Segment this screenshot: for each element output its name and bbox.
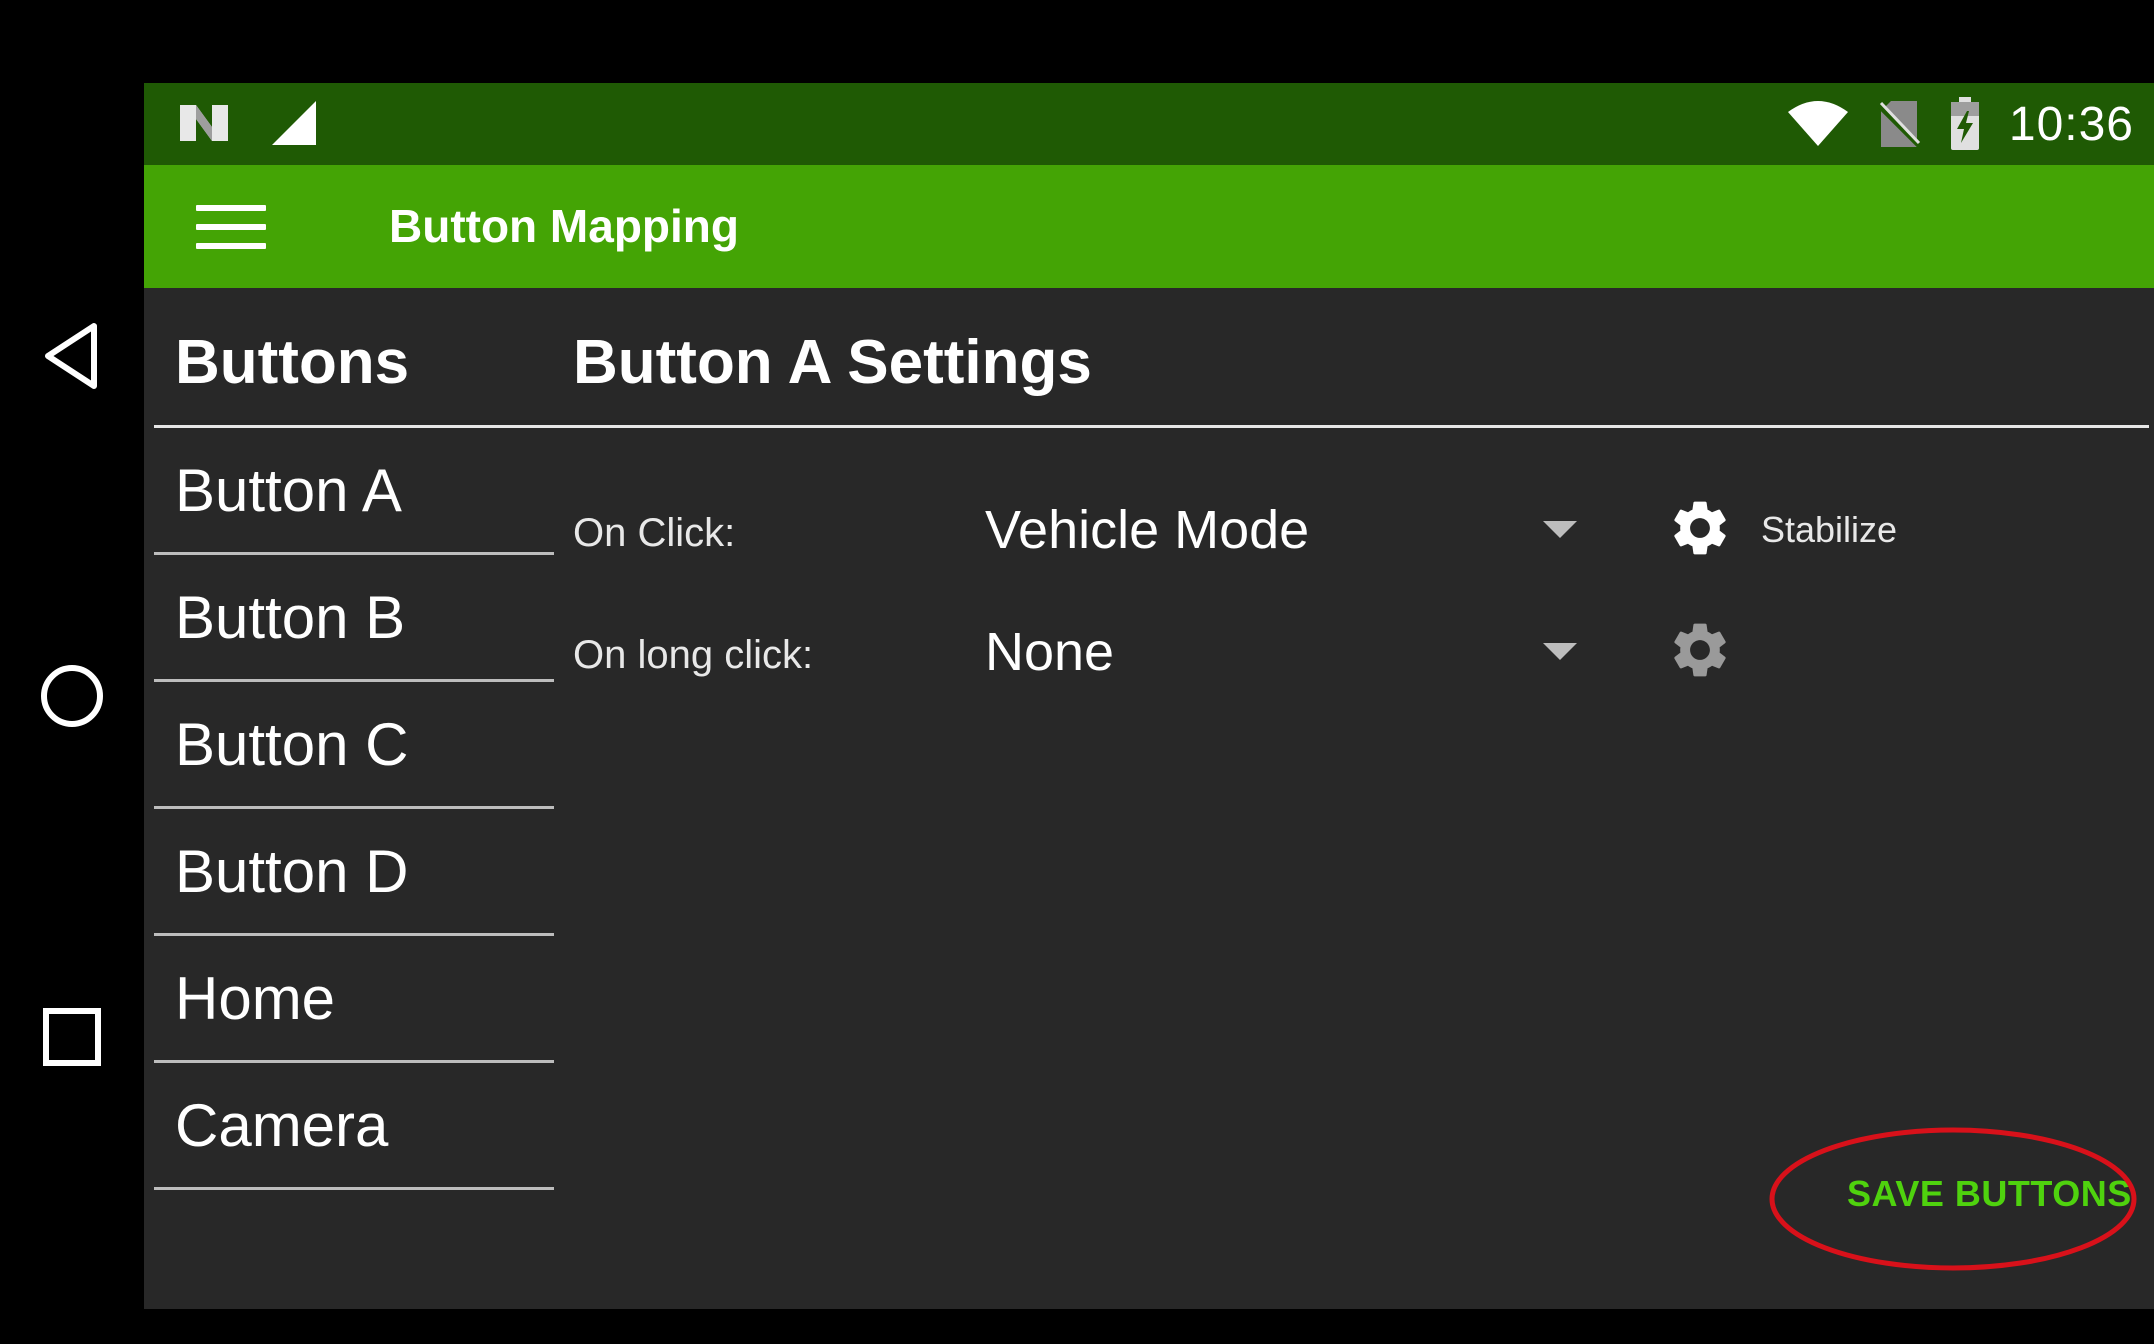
app-bar: Button Mapping: [144, 165, 2154, 288]
dropdown-arrow-icon: [1543, 521, 1577, 538]
save-buttons-button[interactable]: SAVE BUTTONS: [1822, 1161, 2152, 1221]
dropdown-arrow-icon: [1543, 643, 1577, 660]
wifi-icon: [1787, 101, 1848, 146]
on-long-click-row: On long click: None: [573, 605, 2133, 705]
recents-icon: [43, 1008, 101, 1066]
list-item-label: Button D: [175, 838, 409, 905]
nfc-icon: [180, 105, 228, 141]
save-buttons-label: SAVE BUTTONS: [1847, 1173, 2132, 1214]
list-item-button-b[interactable]: Button B: [154, 555, 554, 682]
status-right-icons: 10:36: [1787, 93, 2134, 155]
buttons-panel-header: Buttons: [175, 328, 410, 397]
on-click-row: On Click: Vehicle Mode Stabilize: [573, 483, 2133, 583]
app-title: Button Mapping: [389, 200, 740, 252]
list-item-button-d[interactable]: Button D: [154, 809, 554, 936]
list-item-label: Home: [175, 965, 336, 1032]
no-sim-icon: [1876, 101, 1921, 148]
status-bar: 10:36: [144, 83, 2154, 165]
hamburger-menu-icon[interactable]: [196, 197, 266, 257]
on-click-value: Vehicle Mode: [985, 500, 1310, 560]
battery-charging-icon: [1950, 97, 1979, 150]
list-item-label: Button A: [175, 457, 402, 524]
system-navigation-bar: [0, 0, 144, 1344]
cellular-signal-icon: [272, 101, 316, 145]
list-item-button-c[interactable]: Button C: [154, 682, 554, 809]
settings-panel-header: Button A Settings: [573, 328, 1092, 397]
status-left-icons: [178, 99, 318, 147]
on-click-dropdown[interactable]: Vehicle Mode: [985, 483, 1595, 573]
on-click-gear-caption: Stabilize: [1761, 509, 1898, 550]
list-item-home[interactable]: Home: [154, 936, 554, 1063]
recents-button[interactable]: [22, 987, 122, 1087]
list-item-button-a[interactable]: Button A: [154, 428, 554, 555]
list-item-label: Camera: [175, 1092, 389, 1159]
on-click-label: On Click:: [573, 511, 736, 555]
on-long-click-label: On long click:: [573, 633, 814, 677]
device-screen: 10:36 Button Mapping Buttons Button A Se…: [144, 83, 2154, 1309]
back-button[interactable]: [22, 306, 122, 406]
on-long-click-dropdown[interactable]: None: [985, 605, 1595, 695]
buttons-list: Button A Button B Button C Button D Home…: [154, 428, 554, 1190]
home-icon: [41, 665, 103, 727]
list-item-label: Button B: [175, 584, 406, 651]
home-button[interactable]: [22, 646, 122, 746]
back-icon: [45, 323, 97, 389]
on-long-click-value: None: [985, 622, 1115, 682]
list-item-camera[interactable]: Camera: [154, 1063, 554, 1190]
gear-icon[interactable]: [1667, 495, 1733, 561]
clock: 10:36: [2008, 97, 2134, 151]
list-item-label: Button C: [175, 711, 409, 778]
gear-icon[interactable]: [1667, 617, 1733, 683]
